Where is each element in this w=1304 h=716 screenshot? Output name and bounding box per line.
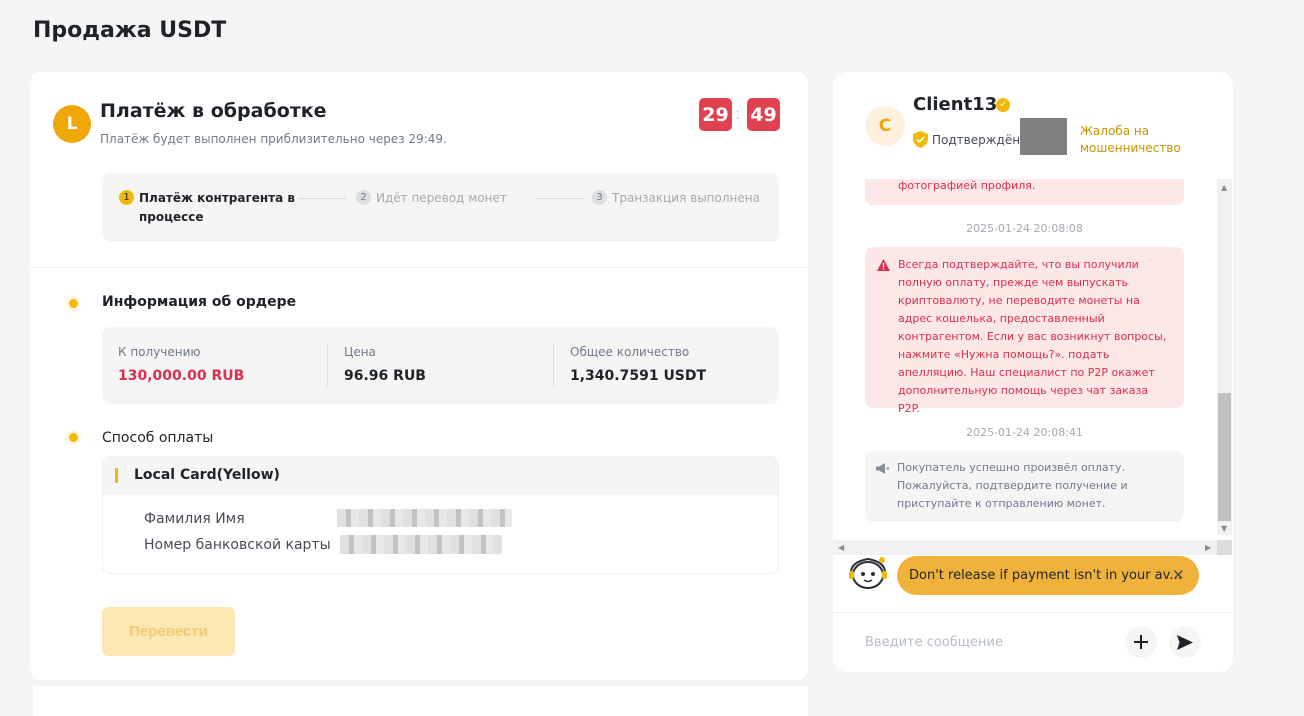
step-1-number: 1: [119, 190, 134, 205]
info-separator: [553, 343, 554, 387]
status-subtitle: Платёж будет выполнен приблизительно чер…: [100, 132, 447, 146]
scroll-up-arrow[interactable]: ▲: [1221, 183, 1227, 192]
scroll-right-arrow[interactable]: ▶: [1205, 543, 1211, 552]
message-input[interactable]: [865, 632, 1115, 652]
close-icon[interactable]: ✕: [1172, 566, 1185, 584]
price-value: 96.96 RUB: [344, 368, 426, 384]
status-avatar: L: [53, 105, 91, 143]
send-button[interactable]: [1169, 626, 1201, 658]
confirmed-label: Подтверждён :: [932, 133, 1028, 147]
price-label: Цена: [344, 345, 376, 359]
total-quantity-label: Общее количество: [570, 345, 690, 359]
scroll-down-arrow[interactable]: ▼: [1221, 524, 1227, 533]
payment-method-title: Способ оплаты: [102, 430, 214, 446]
info-separator: [327, 343, 328, 387]
step-connector: [298, 198, 346, 199]
attach-button[interactable]: [1125, 626, 1157, 658]
warning-message: Всегда подтверждайте, что вы получили по…: [865, 247, 1184, 415]
card-number-value-redacted: [340, 535, 502, 554]
scroll-left-arrow[interactable]: ◀: [838, 543, 844, 552]
counterparty-name[interactable]: Client13: [913, 94, 997, 115]
chat-scrollbar-thumb[interactable]: [1218, 393, 1231, 521]
full-name-label: Фамилия Имя: [144, 511, 245, 527]
chat-horizontal-scrollbar[interactable]: [833, 540, 1217, 555]
message-timestamp: 2025-01-24 20:08:41: [966, 426, 1083, 439]
support-bot-icon[interactable]: [848, 554, 888, 592]
chat-messages[interactable]: фотографией профиля. 2025-01-24 20:08:08…: [833, 179, 1233, 555]
scrollbar-corner: [1217, 540, 1232, 555]
step-3-number: 3: [592, 190, 607, 205]
send-icon: [1177, 634, 1193, 650]
order-info-box: [102, 327, 779, 404]
section-bullet: [69, 433, 78, 442]
timer-minutes: 29: [699, 98, 732, 131]
order-info-title: Информация об ордере: [102, 294, 297, 310]
payment-method-name: Local Card(Yellow): [134, 467, 280, 483]
section-divider: [30, 267, 808, 268]
chat-message: фотографией профиля.: [865, 179, 1184, 205]
step-2-number: 2: [356, 190, 371, 205]
message-timestamp: 2025-01-24 20:08:08: [966, 222, 1083, 235]
plus-icon: [1134, 635, 1148, 649]
counterparty-avatar: C: [865, 106, 905, 146]
amount-receive-label: К получению: [118, 345, 201, 359]
system-message: Покупатель успешно произвёл оплату. Пожа…: [865, 451, 1184, 522]
redacted-block: [1020, 118, 1067, 155]
timer-seconds: 49: [747, 98, 780, 131]
verified-badge-icon: ✓: [996, 98, 1010, 112]
megaphone-icon: [876, 463, 889, 474]
order-card-footer: [33, 686, 808, 716]
card-number-label: Номер банковской карты: [144, 537, 331, 553]
total-quantity-value: 1,340.7591 USDT: [570, 368, 707, 384]
report-fraud-link[interactable]: Жалоба на мошенничество: [1080, 123, 1181, 157]
full-name-value-redacted: [337, 509, 512, 527]
section-bullet: [69, 299, 78, 308]
warning-triangle-icon: [877, 259, 890, 271]
step-connector: [535, 198, 583, 199]
step-2-label: Идёт перевод монет: [376, 191, 507, 205]
step-1-label: Платёж контрагента в процессе: [139, 191, 295, 224]
status-title: Платёж в обработке: [100, 100, 327, 122]
transfer-button[interactable]: Перевести: [102, 607, 235, 656]
page-title: Продажа USDT: [33, 18, 227, 43]
chat-input-divider: [833, 612, 1233, 613]
payment-accent-bar: [115, 468, 118, 483]
release-warning-banner: Don't release if payment isn't in your a…: [897, 556, 1199, 595]
timer-separator: :: [735, 104, 741, 123]
shield-check-icon: [913, 131, 928, 148]
amount-receive-value: 130,000.00 RUB: [118, 368, 245, 384]
step-3-label: Транзакция выполнена: [612, 191, 760, 205]
